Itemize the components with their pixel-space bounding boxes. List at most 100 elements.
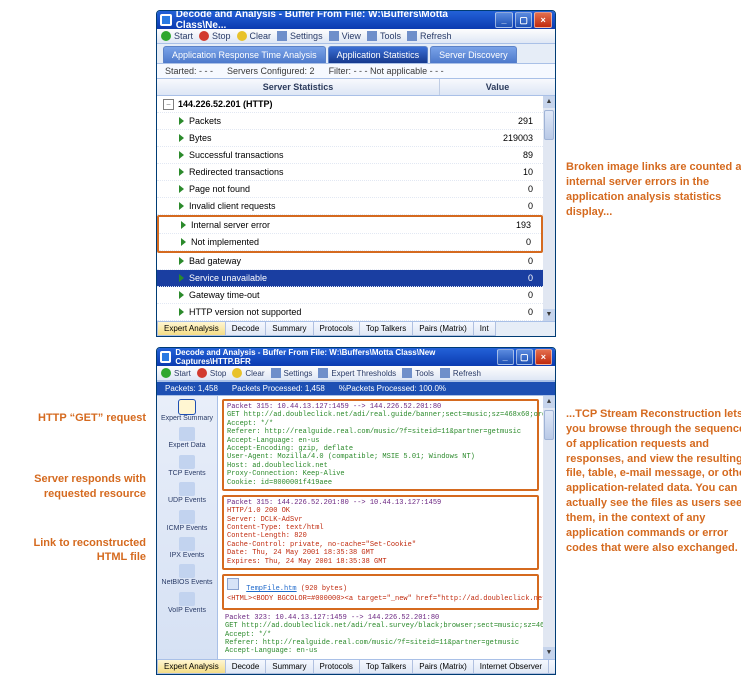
stat-row[interactable]: Successful transactions89 — [157, 147, 543, 164]
view-menu[interactable]: View — [329, 31, 361, 41]
close-button[interactable]: × — [534, 12, 552, 28]
arrow-right-icon — [179, 168, 184, 176]
arrow-right-icon — [179, 202, 184, 210]
sidebar-item[interactable]: Expert Data — [169, 427, 206, 450]
stat-row[interactable]: Internal server error193 — [159, 217, 541, 234]
tools-menu[interactable]: Tools — [367, 31, 401, 41]
column-header-stat[interactable]: Server Statistics — [157, 79, 440, 95]
scroll-thumb[interactable] — [544, 110, 554, 140]
stat-row[interactable]: Service unavailable0 — [157, 270, 543, 287]
stat-value: 0 — [427, 201, 543, 211]
stat-label: Service unavailable — [189, 273, 267, 283]
decode-analysis-window-2: Decode and Analysis - Buffer From File: … — [156, 347, 556, 675]
bottom-tab[interactable]: Internet Observer — [473, 660, 549, 674]
packet-block-request[interactable]: Packet 315: 10.44.13.127:1459 --> 144.22… — [222, 399, 539, 491]
thresholds-button[interactable]: Expert Thresholds — [318, 368, 396, 378]
bottom-tab[interactable]: Top Talkers — [359, 660, 413, 674]
sidebar-item[interactable]: IPX Events — [170, 537, 205, 560]
stat-label: Internal server error — [191, 220, 270, 230]
sidebar-item[interactable]: NetBIOS Events — [162, 564, 213, 587]
bottom-tab[interactable]: Summary — [265, 322, 313, 336]
bottom-tab[interactable]: Expert Analysis — [157, 660, 226, 674]
bottom-tab-bar: Expert AnalysisDecodeSummaryProtocolsTop… — [157, 659, 555, 674]
main-toolbar: Start Stop Clear Settings Expert Thresho… — [157, 366, 555, 381]
start-button[interactable]: Start — [161, 368, 191, 378]
callout-server-response: Server responds with requested resource — [10, 472, 146, 502]
stat-label: Bad gateway — [189, 256, 241, 266]
title-bar[interactable]: Decode and Analysis - Buffer From File: … — [157, 11, 555, 29]
packet-stream-panel: Packet 315: 10.44.13.127:1459 --> 144.22… — [218, 396, 543, 659]
minimize-button[interactable]: _ — [497, 349, 514, 365]
scroll-up-icon[interactable]: ▲ — [543, 96, 555, 108]
stat-label: Redirected transactions — [189, 167, 284, 177]
column-header-value[interactable]: Value — [440, 79, 555, 95]
bottom-tab[interactable]: Pairs (Matrix) — [412, 660, 474, 674]
title-bar[interactable]: Decode and Analysis - Buffer From File: … — [157, 348, 555, 366]
settings-button[interactable]: Settings — [277, 31, 323, 41]
arrow-right-icon — [179, 291, 184, 299]
highlight-box-internal-error: Internal server error193Not implemented0 — [157, 215, 543, 253]
minimize-button[interactable]: _ — [495, 12, 513, 28]
expert-sidebar: Expert Summary Expert Data TCP Events UDP E… — [157, 396, 218, 659]
refresh-button[interactable]: Refresh — [407, 31, 452, 41]
sidebar-item[interactable]: VoIP Events — [168, 592, 206, 615]
callout-http-get: HTTP “GET” request — [10, 411, 146, 426]
bottom-tab[interactable]: Summary — [265, 660, 313, 674]
maximize-button[interactable]: ▢ — [516, 349, 533, 365]
stat-row[interactable]: Redirected transactions10 — [157, 164, 543, 181]
vertical-scrollbar[interactable]: ▲ ▼ — [543, 396, 555, 659]
scroll-up-icon[interactable]: ▲ — [543, 396, 555, 408]
tab-response-time[interactable]: Application Response Time Analysis — [163, 46, 326, 63]
start-button[interactable]: Start — [161, 31, 193, 41]
packet-block-response[interactable]: Packet 315: 144.226.52.201:80 --> 10.44.… — [222, 495, 539, 570]
stat-label: HTTP version not supported — [189, 307, 301, 317]
bottom-tab[interactable]: Expert Analysis — [157, 322, 226, 336]
collapse-icon[interactable]: − — [163, 99, 174, 110]
maximize-button[interactable]: ▢ — [515, 12, 533, 28]
bottom-tab[interactable]: Int — [473, 322, 496, 336]
tree-node-host[interactable]: −144.226.52.201 (HTTP) — [157, 96, 543, 113]
tab-server-discovery[interactable]: Server Discovery — [430, 46, 517, 63]
stat-row[interactable]: Bytes219003 — [157, 130, 543, 147]
arrow-right-icon — [179, 274, 184, 282]
arrow-right-icon — [179, 185, 184, 193]
reconstructed-file-block[interactable]: TempFile.htm (920 bytes) <HTML><BODY BGC… — [222, 574, 539, 610]
packet-block-request-2[interactable]: Packet 323: 10.44.13.127:1459 --> 144.22… — [222, 614, 539, 659]
tab-app-statistics[interactable]: Application Statistics — [328, 46, 429, 63]
stat-row[interactable]: Gateway time-out0 — [157, 287, 543, 304]
scroll-down-icon[interactable]: ▼ — [543, 647, 555, 659]
stat-row[interactable]: Packets291 — [157, 113, 543, 130]
sidebar-item[interactable]: Expert Summary — [161, 400, 213, 423]
stat-row[interactable]: Invalid client requests0 — [157, 198, 543, 215]
stat-label: Successful transactions — [189, 150, 284, 160]
stat-row[interactable]: Bad gateway0 — [157, 253, 543, 270]
settings-button[interactable]: Settings — [271, 368, 313, 378]
close-button[interactable]: × — [535, 349, 552, 365]
stat-row[interactable]: HTTP version not supported0 — [157, 304, 543, 321]
scroll-down-icon[interactable]: ▼ — [543, 309, 555, 321]
sidebar-item[interactable]: ICMP Events — [167, 510, 208, 533]
refresh-button[interactable]: Refresh — [440, 368, 481, 378]
bottom-tab[interactable]: Protocols — [313, 322, 360, 336]
bottom-tab[interactable]: Application Analysis — [548, 660, 556, 674]
bottom-tab[interactable]: Decode — [225, 322, 267, 336]
bottom-tab[interactable]: Pairs (Matrix) — [412, 322, 474, 336]
packets-status-bar: Packets: 1,458 Packets Processed: 1,458 … — [157, 381, 555, 396]
stop-button[interactable]: Stop — [199, 31, 231, 41]
bottom-tab[interactable]: Decode — [225, 660, 267, 674]
sidebar-item[interactable]: TCP Events — [168, 455, 205, 478]
clear-button[interactable]: Clear — [237, 31, 272, 41]
clear-button[interactable]: Clear — [232, 368, 264, 378]
stat-label: Not implemented — [191, 237, 259, 247]
bottom-tab[interactable]: Top Talkers — [359, 322, 413, 336]
tools-menu[interactable]: Tools — [402, 368, 434, 378]
sidebar-item[interactable]: UDP Events — [168, 482, 206, 505]
stat-row[interactable]: Page not found0 — [157, 181, 543, 198]
stat-row[interactable]: Not implemented0 — [159, 234, 541, 251]
bottom-tab[interactable]: Protocols — [313, 660, 360, 674]
scroll-thumb[interactable] — [544, 410, 554, 440]
vertical-scrollbar[interactable]: ▲ ▼ — [543, 96, 555, 321]
tempfile-link[interactable]: TempFile.htm — [246, 585, 296, 593]
stop-button[interactable]: Stop — [197, 368, 226, 378]
status-servers: Servers Configured: 2 — [227, 66, 315, 76]
